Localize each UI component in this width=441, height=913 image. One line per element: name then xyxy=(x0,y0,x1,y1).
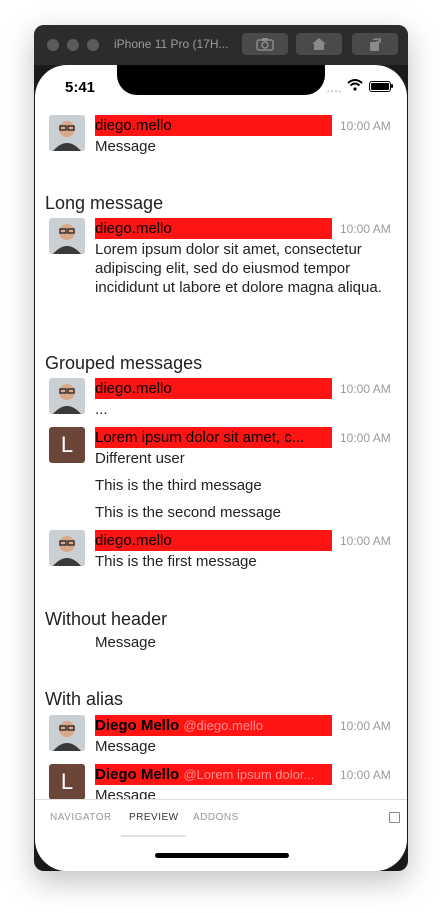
message-header[interactable]: Diego Mello @diego.mello xyxy=(95,715,332,736)
user-photo-icon xyxy=(49,218,85,254)
message-header[interactable]: Lorem ipsum dolor sit amet, c... xyxy=(95,427,332,448)
screenshot-button[interactable] xyxy=(242,33,288,55)
message-time: 10:00 AM xyxy=(340,768,391,782)
message-text: This is the first message xyxy=(95,553,257,570)
message-time: 10:00 AM xyxy=(340,382,391,396)
tab-navigator[interactable]: NAVIGATOR xyxy=(50,812,112,823)
message-time: 10:00 AM xyxy=(340,119,391,133)
home-indicator[interactable] xyxy=(155,853,289,858)
status-time: 5:41 xyxy=(65,79,96,96)
message-text: Message xyxy=(95,138,156,155)
message-text: ... xyxy=(95,401,108,418)
zoom-window-button[interactable] xyxy=(87,39,99,51)
message-text: Message xyxy=(95,787,156,799)
message-header[interactable]: diego.mello xyxy=(95,218,332,239)
simulator-title: iPhone 11 Pro (17H... xyxy=(114,37,229,51)
minimize-window-button[interactable] xyxy=(67,39,79,51)
rotate-icon xyxy=(370,38,381,51)
author-name: Diego Mello xyxy=(95,717,180,734)
message-text: Message xyxy=(95,634,156,651)
simulator-window: iPhone 11 Pro (17H... 5:41 •••• diego.me… xyxy=(34,25,408,871)
message-header[interactable]: diego.mello xyxy=(95,530,332,551)
wifi-icon xyxy=(347,79,363,91)
message-header[interactable]: diego.mello xyxy=(95,115,332,136)
home-button[interactable] xyxy=(296,33,342,55)
avatar[interactable] xyxy=(49,530,85,566)
user-photo-icon xyxy=(49,530,85,566)
avatar-letter[interactable]: L xyxy=(49,427,85,463)
user-photo-icon xyxy=(49,715,85,751)
message-text: This is the second message xyxy=(95,504,281,521)
close-window-button[interactable] xyxy=(47,39,59,51)
author-name: diego.mello xyxy=(95,220,172,237)
camera-icon xyxy=(256,38,274,51)
avatar-initial: L xyxy=(60,432,74,457)
message-text: Different user xyxy=(95,450,185,467)
author-name: diego.mello xyxy=(95,532,172,549)
tab-addons[interactable]: ADDONS xyxy=(193,812,239,823)
avatar[interactable] xyxy=(49,218,85,254)
status-bar: 5:41 •••• xyxy=(35,65,407,109)
avatar[interactable] xyxy=(49,378,85,414)
author-name: Lorem ipsum dolor sit amet, c... xyxy=(95,429,305,446)
message-time: 10:00 AM xyxy=(340,719,391,733)
tab-preview[interactable]: PREVIEW xyxy=(129,812,179,823)
home-area xyxy=(35,837,407,871)
author-name: diego.mello xyxy=(95,117,172,134)
author-name: diego.mello xyxy=(95,380,172,397)
storybook-tabbar: NAVIGATOR PREVIEW ADDONS xyxy=(35,799,407,839)
message-text: This is the third message xyxy=(95,477,262,494)
message-time: 10:00 AM xyxy=(340,431,391,445)
avatar[interactable] xyxy=(49,715,85,751)
author-name: Diego Mello xyxy=(95,766,180,783)
user-photo-icon xyxy=(49,115,85,151)
avatar-letter[interactable]: L xyxy=(49,764,85,799)
message-time: 10:00 AM xyxy=(340,222,391,236)
author-alias: @diego.mello xyxy=(183,718,264,733)
simulator-titlebar: iPhone 11 Pro (17H... xyxy=(34,25,408,65)
avatar-initial: L xyxy=(60,769,74,794)
notch xyxy=(117,65,325,95)
panel-toggle-icon[interactable] xyxy=(389,812,400,823)
story-preview: diego.mello 10:00 AM Message Long messag… xyxy=(35,109,407,799)
battery-icon xyxy=(369,81,391,92)
section-title: Long message xyxy=(45,193,164,213)
rotate-button[interactable] xyxy=(352,33,398,55)
message-header[interactable]: Diego Mello @Lorem ipsum dolor... xyxy=(95,764,332,785)
author-alias: @Lorem ipsum dolor... xyxy=(183,767,315,782)
message-header[interactable]: diego.mello xyxy=(95,378,332,399)
message-time: 10:00 AM xyxy=(340,534,391,548)
user-photo-icon xyxy=(49,378,85,414)
section-title: Without header xyxy=(45,609,168,629)
home-icon xyxy=(312,38,326,50)
message-text: Message xyxy=(95,738,156,755)
section-title: With alias xyxy=(45,689,124,709)
cellular-icon: •••• xyxy=(327,87,343,96)
avatar[interactable] xyxy=(49,115,85,151)
phone-screen: 5:41 •••• diego.mello 10:00 AM Message L… xyxy=(35,65,407,871)
section-title: Grouped messages xyxy=(45,353,203,373)
message-text: Lorem ipsum dolor sit amet, consectetur … xyxy=(95,241,382,296)
battery-tip xyxy=(391,84,393,88)
